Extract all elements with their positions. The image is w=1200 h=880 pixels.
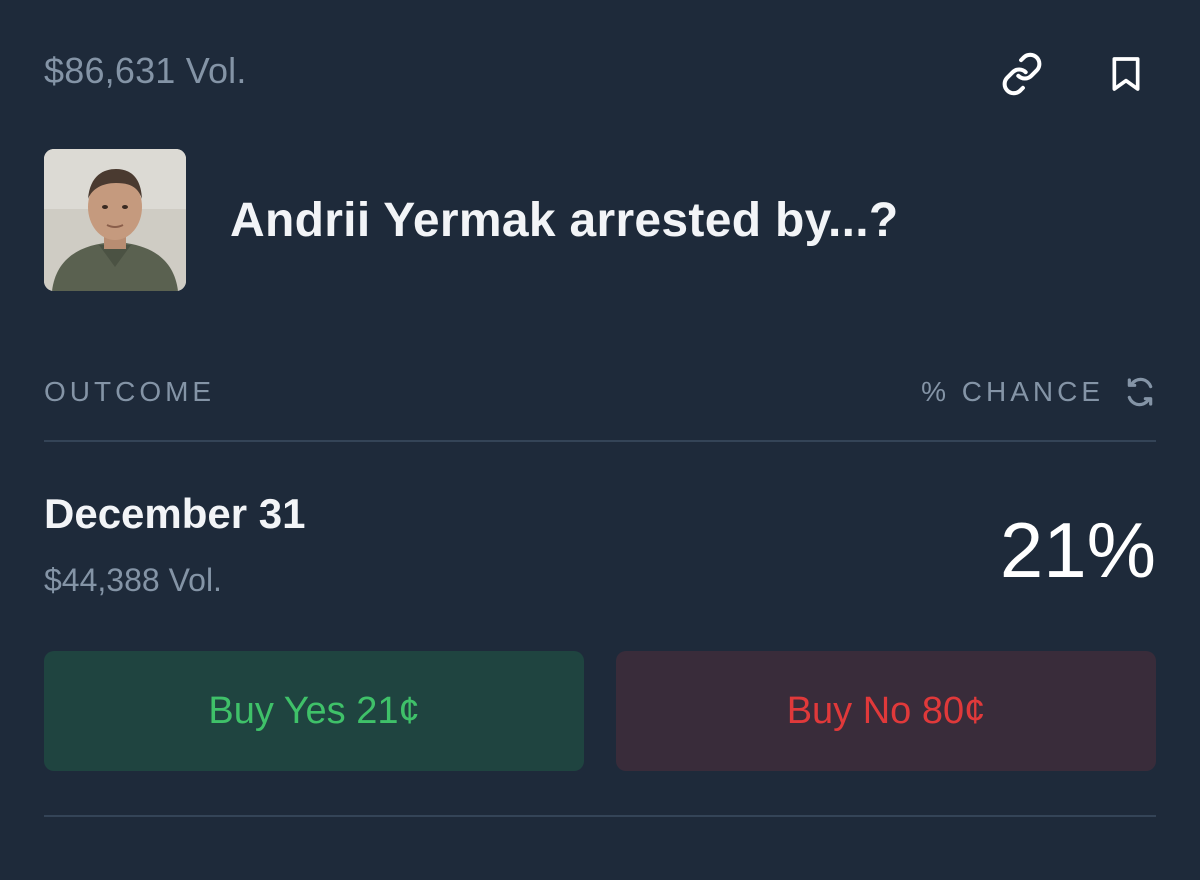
outcome-volume: $44,388 Vol. [44, 562, 222, 598]
refresh-icon[interactable] [1124, 376, 1156, 408]
buy-yes-button[interactable]: Buy Yes 21¢ [44, 651, 584, 771]
market-header: Andrii Yermak arrested by...? [44, 149, 899, 291]
bookmark-button[interactable] [1102, 50, 1150, 98]
bookmark-icon [1112, 57, 1140, 91]
market-title: Andrii Yermak arrested by...? [230, 193, 899, 247]
chance-column-label: % CHANCE [921, 376, 1104, 407]
buy-no-button[interactable]: Buy No 80¢ [616, 651, 1156, 771]
market-avatar [44, 149, 186, 291]
market-card: $86,631 Vol. Andrii Yermak arrested by..… [0, 0, 1200, 880]
outcome-chance: 21% [999, 506, 1156, 594]
person-photo-icon [44, 149, 186, 291]
outcome-column-label: OUTCOME [44, 376, 216, 407]
header-divider [44, 440, 1156, 442]
link-icon [1002, 52, 1042, 96]
copy-link-button[interactable] [998, 50, 1046, 98]
chance-column-header: % CHANCE [921, 376, 1156, 408]
header-actions [998, 50, 1150, 98]
outcome-divider [44, 815, 1156, 817]
outcome-table-header: OUTCOME % CHANCE [44, 376, 1156, 408]
outcome-name[interactable]: December 31 [44, 490, 306, 538]
total-volume: $86,631 Vol. [44, 50, 247, 91]
